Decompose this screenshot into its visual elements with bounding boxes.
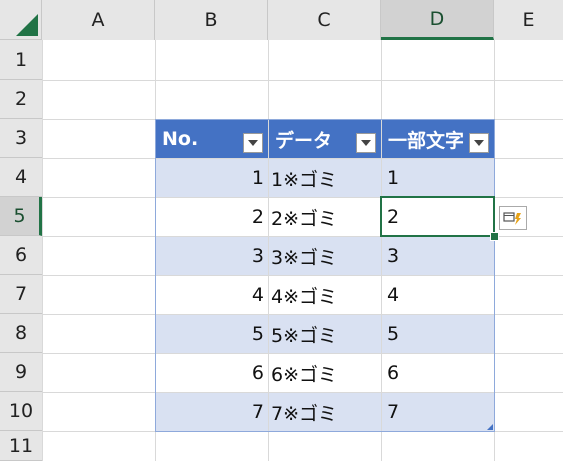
table-cell-part[interactable]: 6	[382, 354, 494, 392]
fill-handle[interactable]	[490, 232, 499, 241]
table-cell-no[interactable]: 2	[156, 198, 268, 236]
table-resize-handle[interactable]	[487, 424, 493, 430]
table-cell-part[interactable]: 4	[382, 276, 494, 314]
chevron-down-icon	[248, 140, 258, 146]
table-cell-data[interactable]: 1※ゴミ	[269, 159, 381, 197]
spreadsheet[interactable]: A B C D E 1 2 3 4 5 6 7 8 9 10 11 No. デー…	[0, 0, 563, 461]
flash-fill-options-button[interactable]	[499, 206, 527, 230]
table-cell-part[interactable]: 1	[382, 159, 494, 197]
column-header-a[interactable]: A	[42, 0, 155, 40]
filter-dropdown-button[interactable]	[243, 133, 263, 153]
table-cell-no[interactable]: 5	[156, 315, 268, 353]
row-header-3[interactable]: 3	[0, 119, 42, 158]
select-all-button[interactable]	[0, 0, 42, 40]
row-header-11[interactable]: 11	[0, 431, 42, 461]
row-header-10[interactable]: 10	[0, 392, 42, 431]
filter-dropdown-button[interactable]	[356, 133, 376, 153]
table-cell-part[interactable]: 3	[382, 237, 494, 275]
table-header-label: No.	[162, 128, 199, 150]
table-cell-no[interactable]: 4	[156, 276, 268, 314]
table-cell-no[interactable]: 1	[156, 159, 268, 197]
filter-dropdown-button[interactable]	[469, 133, 489, 153]
table-cell-part[interactable]: 7	[382, 393, 494, 431]
active-cell-selection	[380, 196, 495, 237]
column-header-d[interactable]: D	[381, 0, 494, 40]
column-header-b[interactable]: B	[155, 0, 268, 40]
column-header-e[interactable]: E	[494, 0, 563, 40]
table-cell-data[interactable]: 5※ゴミ	[269, 315, 381, 353]
table-cell-data[interactable]: 6※ゴミ	[269, 354, 381, 392]
table-cell-data[interactable]: 4※ゴミ	[269, 276, 381, 314]
grid-line	[494, 40, 495, 461]
table-cell-no[interactable]: 7	[156, 393, 268, 431]
table-header-label: 一部文字	[388, 129, 465, 152]
row-header-7[interactable]: 7	[0, 275, 42, 314]
grid-line	[42, 40, 43, 461]
table-cell-part[interactable]: 5	[382, 315, 494, 353]
column-header-c[interactable]: C	[268, 0, 381, 40]
table-cell-no[interactable]: 6	[156, 354, 268, 392]
row-header-1[interactable]: 1	[0, 40, 42, 80]
table-cell-data[interactable]: 3※ゴミ	[269, 237, 381, 275]
table-cell-data[interactable]: 7※ゴミ	[269, 393, 381, 431]
table-cell-data[interactable]: 2※ゴミ	[269, 198, 381, 236]
table-header-label: データ	[275, 129, 333, 152]
row-header-2[interactable]: 2	[0, 80, 42, 119]
select-all-triangle-icon	[16, 14, 38, 36]
row-header-6[interactable]: 6	[0, 236, 42, 275]
chevron-down-icon	[474, 140, 484, 146]
grid-line	[42, 431, 563, 432]
row-header-5[interactable]: 5	[0, 197, 42, 236]
row-header-8[interactable]: 8	[0, 314, 42, 353]
row-header-9[interactable]: 9	[0, 353, 42, 392]
grid-line	[42, 80, 563, 81]
table-cell-no[interactable]: 3	[156, 237, 268, 275]
row-header-4[interactable]: 4	[0, 158, 42, 197]
flash-fill-options-icon	[503, 212, 521, 225]
chevron-down-icon	[361, 140, 371, 146]
